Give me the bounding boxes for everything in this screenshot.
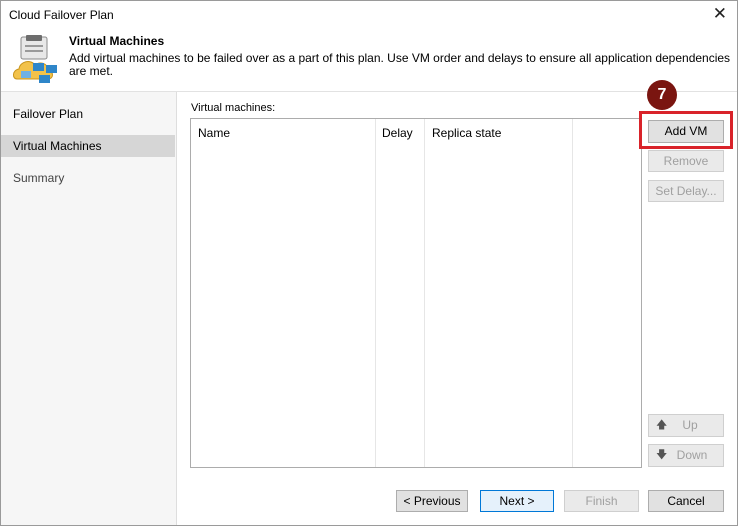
previous-button[interactable]: < Previous (396, 490, 468, 512)
step-label: Failover Plan (13, 107, 84, 121)
wizard-steps-sidebar: Failover Plan Virtual Machines Summary (1, 92, 177, 525)
up-label: Up (682, 418, 698, 432)
column-header-delay[interactable]: Delay (382, 126, 413, 140)
next-button[interactable]: Next > (480, 490, 554, 512)
column-divider (375, 119, 376, 467)
step-virtual-machines[interactable]: Virtual Machines (1, 135, 175, 157)
window-title: Cloud Failover Plan (9, 8, 114, 22)
title-bar: Cloud Failover Plan ✕ (1, 1, 737, 29)
arrow-up-icon: 🡅 (656, 419, 668, 431)
page-description: Add virtual machines to be failed over a… (69, 51, 731, 78)
page-title: Virtual Machines (69, 34, 165, 48)
column-divider (572, 119, 573, 467)
cloud-vm-icon (13, 35, 57, 83)
step-label: Virtual Machines (13, 139, 102, 153)
vm-list-label: Virtual machines: (191, 102, 276, 114)
column-header-name[interactable]: Name (198, 126, 230, 140)
vm-list-table[interactable]: Name Delay Replica state (190, 118, 642, 468)
up-button[interactable]: 🡅 Up (648, 414, 724, 437)
down-button[interactable]: 🡇 Down (648, 444, 724, 467)
step-failover-plan[interactable]: Failover Plan (1, 103, 175, 125)
remove-button[interactable]: Remove (648, 150, 724, 172)
arrow-down-icon: 🡇 (656, 449, 668, 461)
close-icon[interactable]: ✕ (713, 4, 727, 24)
wizard-header: Virtual Machines Add virtual machines to… (1, 29, 737, 92)
step-summary[interactable]: Summary (1, 167, 175, 189)
set-delay-button[interactable]: Set Delay... (648, 180, 724, 202)
add-vm-button[interactable]: Add VM (648, 120, 724, 143)
step-label: Summary (13, 171, 65, 185)
step-number-badge: 7 (647, 80, 677, 110)
wizard-window: Cloud Failover Plan ✕ Virtual Machines A… (0, 0, 738, 526)
column-header-replica-state[interactable]: Replica state (432, 126, 501, 140)
cancel-button[interactable]: Cancel (648, 490, 724, 512)
down-label: Down (676, 448, 708, 462)
column-divider (424, 119, 425, 467)
finish-button[interactable]: Finish (564, 490, 639, 512)
